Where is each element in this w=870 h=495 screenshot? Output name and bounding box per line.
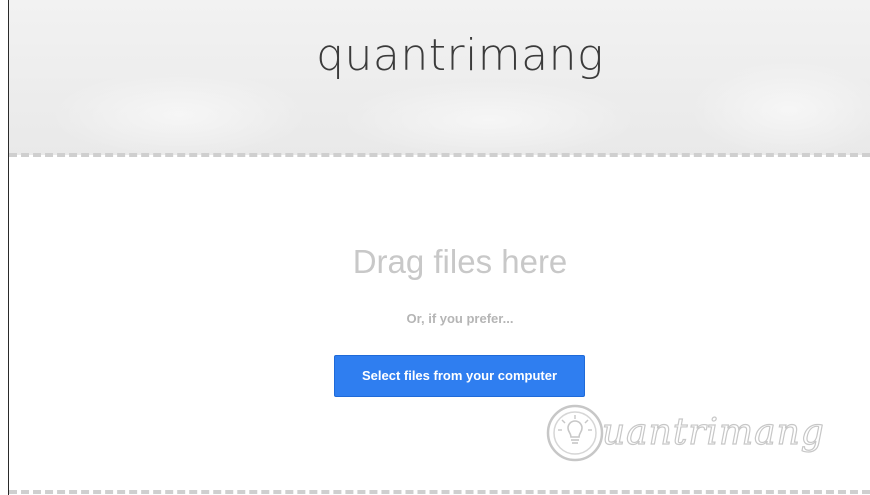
header-title: quantrimang bbox=[316, 30, 604, 81]
header-texture bbox=[339, 80, 639, 155]
select-files-button[interactable]: Select files from your computer bbox=[334, 355, 585, 397]
watermark-text: uantrimang bbox=[601, 411, 825, 453]
drop-zone-top-border bbox=[9, 153, 870, 157]
header-texture bbox=[49, 70, 309, 155]
drop-zone-bottom-border bbox=[9, 490, 870, 494]
drag-files-heading: Drag files here bbox=[352, 243, 568, 280]
upload-page: quantrimang Drag files here Or, if you p… bbox=[0, 0, 870, 495]
lightbulb-icon bbox=[546, 404, 604, 462]
watermark: uantrimang bbox=[540, 398, 870, 468]
alternative-text: Or, if you prefer... bbox=[406, 311, 514, 326]
